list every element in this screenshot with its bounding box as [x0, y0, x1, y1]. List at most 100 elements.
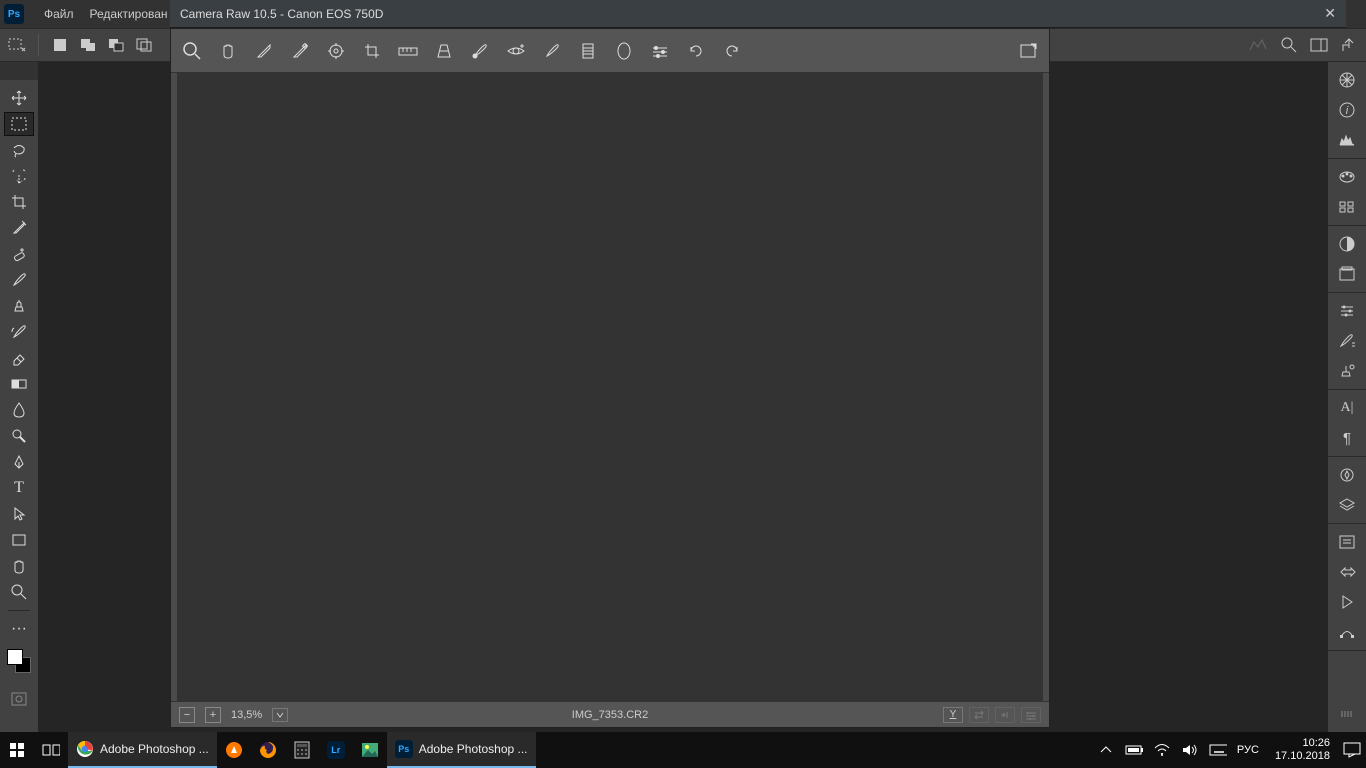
- taskbar-calculator[interactable]: [285, 732, 319, 768]
- lightroom-icon: Lr: [327, 741, 345, 759]
- cr-straighten-tool-icon[interactable]: [397, 40, 419, 62]
- clone-source-panel-icon[interactable]: [1333, 359, 1361, 383]
- crop-tool-icon[interactable]: [4, 190, 34, 214]
- photoshop-logo: Ps: [4, 4, 24, 24]
- edit-toolbar-icon[interactable]: ···: [4, 617, 34, 641]
- share-icon[interactable]: [1338, 34, 1360, 56]
- cr-rotate-ccw-icon[interactable]: [685, 40, 707, 62]
- cr-white-balance-tool-icon[interactable]: [253, 40, 275, 62]
- taskbar-photoshop[interactable]: Ps Adobe Photoshop ...: [387, 732, 536, 768]
- rectangle-tool-icon[interactable]: [4, 528, 34, 552]
- history-brush-tool-icon[interactable]: [4, 320, 34, 344]
- color-swatch[interactable]: [7, 649, 31, 673]
- taskbar-firefox[interactable]: [251, 732, 285, 768]
- dodge-tool-icon[interactable]: [4, 424, 34, 448]
- search-icon[interactable]: [1278, 34, 1300, 56]
- cr-transform-tool-icon[interactable]: [433, 40, 455, 62]
- taskbar-clock[interactable]: 10:26 17.10.2018: [1267, 737, 1338, 763]
- adjustments-panel-icon[interactable]: [1333, 232, 1361, 256]
- taskbar-chrome[interactable]: Adobe Photoshop ...: [68, 732, 217, 768]
- close-icon[interactable]: ✕: [1324, 5, 1336, 22]
- subtract-selection-icon[interactable]: [105, 34, 127, 56]
- tray-battery-icon[interactable]: [1125, 741, 1143, 759]
- brush-settings-panel-icon[interactable]: [1333, 299, 1361, 323]
- cr-adjustment-brush-tool-icon[interactable]: [541, 40, 563, 62]
- brushes-panel-icon[interactable]: [1333, 329, 1361, 353]
- path-select-tool-icon[interactable]: [4, 502, 34, 526]
- intersect-selection-icon[interactable]: [133, 34, 155, 56]
- cr-graduated-filter-tool-icon[interactable]: [577, 40, 599, 62]
- marquee-preset-icon[interactable]: [6, 34, 28, 56]
- character-panel-icon[interactable]: A|: [1333, 396, 1361, 420]
- cr-preview-toggle-button[interactable]: Y: [943, 707, 963, 723]
- paragraph-panel-icon[interactable]: ¶: [1333, 426, 1361, 450]
- paths-panel-icon[interactable]: [1333, 620, 1361, 644]
- tray-wifi-icon[interactable]: [1153, 741, 1171, 759]
- tray-language[interactable]: РУС: [1237, 744, 1259, 756]
- hand-tool-icon[interactable]: [4, 554, 34, 578]
- windows-taskbar: Adobe Photoshop ... Lr Ps Adobe Photosho…: [0, 732, 1366, 768]
- photoshop-right-panels: i A| ¶: [1328, 62, 1366, 732]
- type-tool-icon[interactable]: T: [4, 476, 34, 500]
- taskbar-photos[interactable]: [353, 732, 387, 768]
- windows-logo-icon: [8, 741, 26, 759]
- expand-panels-icon[interactable]: [1333, 702, 1361, 726]
- taskbar-lightroom[interactable]: Lr: [319, 732, 353, 768]
- cr-color-sampler-tool-icon[interactable]: [289, 40, 311, 62]
- cr-settings-button[interactable]: [1021, 707, 1041, 723]
- gradient-tool-icon[interactable]: [4, 372, 34, 396]
- marquee-tool-icon[interactable]: [4, 112, 34, 136]
- brush-tool-icon[interactable]: [4, 268, 34, 292]
- cr-targeted-adjust-tool-icon[interactable]: [325, 40, 347, 62]
- camera-raw-preview[interactable]: [177, 73, 1043, 701]
- new-selection-icon[interactable]: [49, 34, 71, 56]
- actions-panel-icon[interactable]: [1333, 590, 1361, 614]
- notification-center-button[interactable]: [1338, 732, 1366, 768]
- cr-crop-tool-icon[interactable]: [361, 40, 383, 62]
- tray-volume-icon[interactable]: [1181, 741, 1199, 759]
- taskbar-avast[interactable]: [217, 732, 251, 768]
- properties-panel-icon[interactable]: [1333, 530, 1361, 554]
- move-tool-icon[interactable]: [4, 86, 34, 110]
- tray-keyboard-icon[interactable]: [1209, 741, 1227, 759]
- cr-swap-button[interactable]: [969, 707, 989, 723]
- cr-zoom-in-button[interactable]: +: [205, 707, 221, 723]
- start-button[interactable]: [0, 732, 34, 768]
- cr-radial-filter-tool-icon[interactable]: [613, 40, 635, 62]
- cr-copy-button[interactable]: [995, 707, 1015, 723]
- cr-spot-removal-tool-icon[interactable]: [469, 40, 491, 62]
- swatches-panel-icon[interactable]: [1333, 165, 1361, 189]
- task-view-button[interactable]: [34, 732, 68, 768]
- cr-zoom-out-button[interactable]: −: [179, 707, 195, 723]
- blur-tool-icon[interactable]: [4, 398, 34, 422]
- cr-hand-tool-icon[interactable]: [217, 40, 239, 62]
- menu-file[interactable]: Файл: [36, 3, 82, 25]
- cr-rotate-cw-icon[interactable]: [721, 40, 743, 62]
- cr-preferences-icon[interactable]: [649, 40, 671, 62]
- clone-stamp-tool-icon[interactable]: [4, 294, 34, 318]
- lasso-tool-icon[interactable]: [4, 138, 34, 162]
- add-selection-icon[interactable]: [77, 34, 99, 56]
- cr-fullscreen-icon[interactable]: [1017, 40, 1039, 62]
- styles-panel-icon[interactable]: [1333, 195, 1361, 219]
- quickmask-icon[interactable]: [4, 687, 34, 711]
- eraser-tool-icon[interactable]: [4, 346, 34, 370]
- quick-select-tool-icon[interactable]: [4, 164, 34, 188]
- pen-tool-icon[interactable]: [4, 450, 34, 474]
- workspace-icon[interactable]: [1308, 34, 1330, 56]
- eyedropper-tool-icon[interactable]: [4, 216, 34, 240]
- navigator-panel-icon[interactable]: [1333, 463, 1361, 487]
- menu-edit[interactable]: Редактирован: [82, 3, 176, 25]
- cr-zoom-dropdown[interactable]: [272, 708, 288, 722]
- cr-redeye-tool-icon[interactable]: [505, 40, 527, 62]
- layers-panel-icon[interactable]: [1333, 493, 1361, 517]
- libraries-panel-icon[interactable]: [1333, 262, 1361, 286]
- histogram-panel-icon[interactable]: [1333, 128, 1361, 152]
- color-panel-icon[interactable]: [1333, 68, 1361, 92]
- zoom-tool-icon[interactable]: [4, 580, 34, 604]
- cr-zoom-tool-icon[interactable]: [181, 40, 203, 62]
- tray-chevron-up-icon[interactable]: [1097, 741, 1115, 759]
- modifiers-panel-icon[interactable]: [1333, 560, 1361, 584]
- info-panel-icon[interactable]: i: [1333, 98, 1361, 122]
- healing-brush-tool-icon[interactable]: [4, 242, 34, 266]
